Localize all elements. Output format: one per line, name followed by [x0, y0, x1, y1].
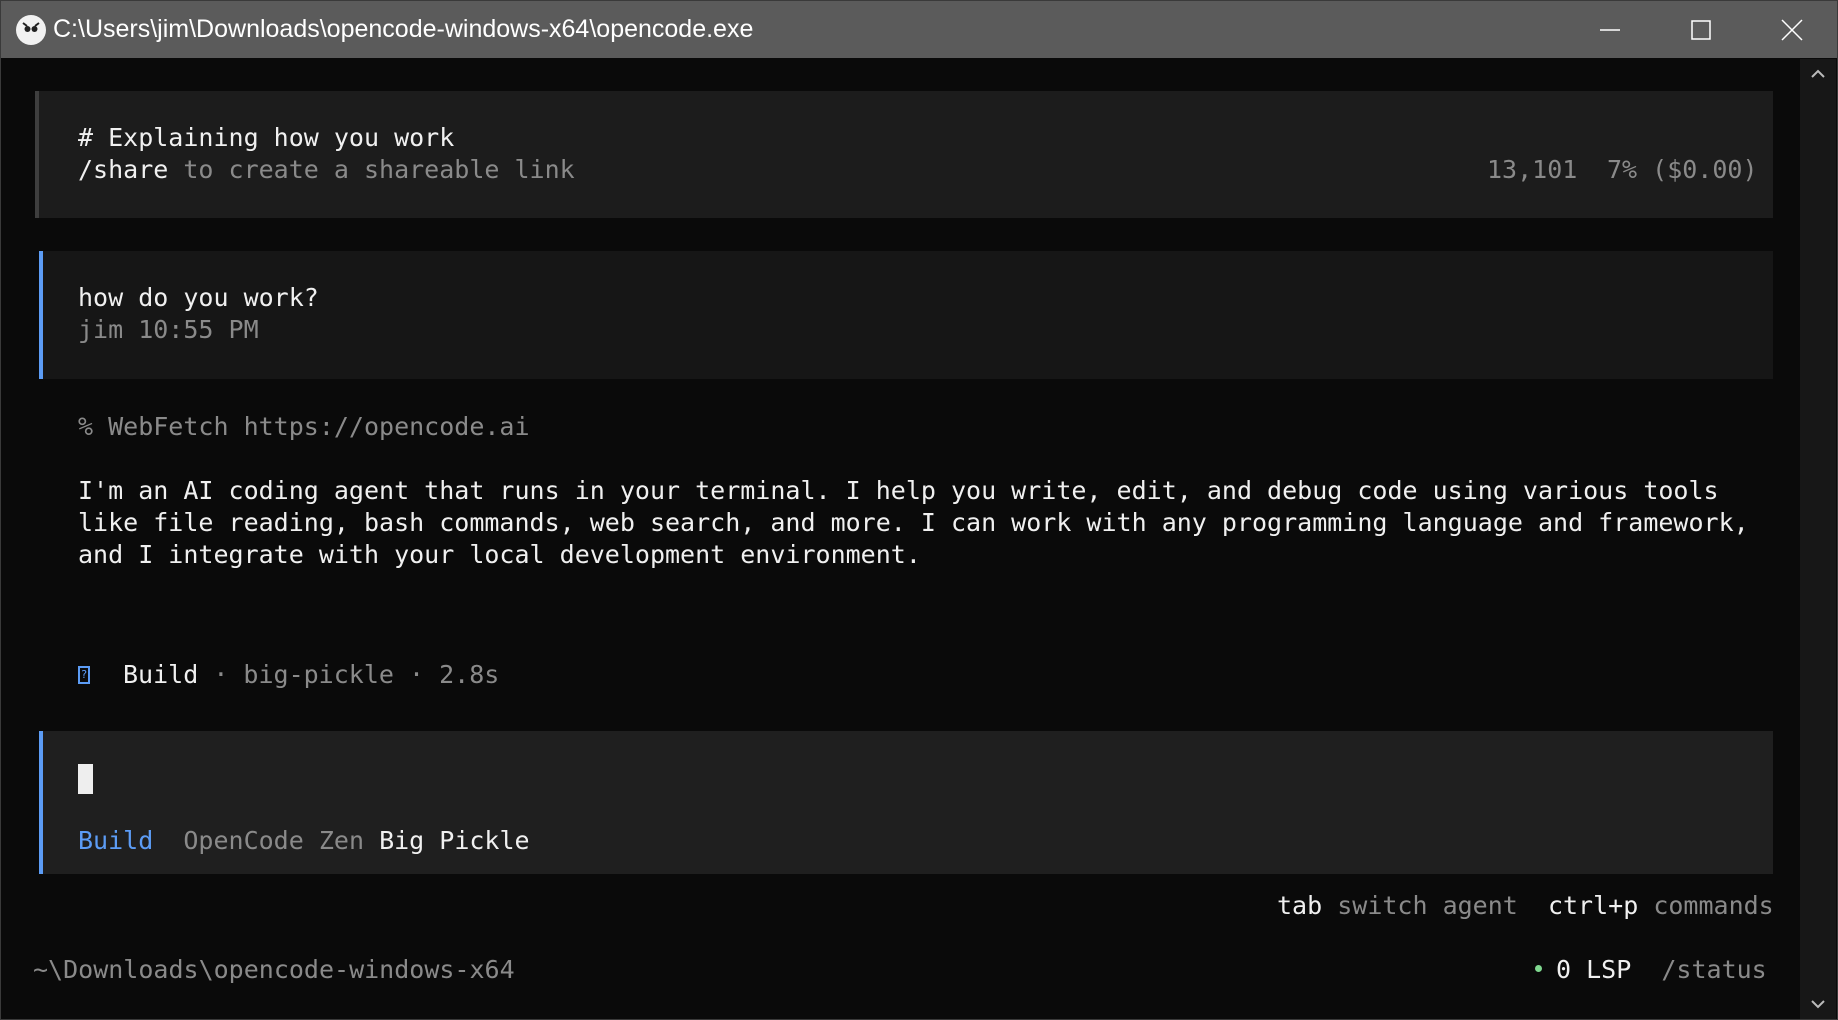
assistant-footer-agent: Build — [123, 660, 199, 689]
assistant-reply-line: and I integrate with your local developm… — [78, 540, 921, 569]
close-button[interactable] — [1746, 1, 1837, 58]
session-title: # Explaining how you work — [78, 123, 455, 152]
vertical-scrollbar[interactable] — [1800, 59, 1836, 1019]
title-bar[interactable]: C:\Users\jim\Downloads\opencode-windows-… — [1, 1, 1837, 58]
maximize-button[interactable] — [1655, 1, 1746, 58]
scroll-up-button[interactable] — [1800, 59, 1836, 89]
chevron-down-icon — [1811, 1000, 1825, 1009]
window-title: C:\Users\jim\Downloads\opencode-windows-… — [53, 15, 754, 43]
minimize-button[interactable] — [1564, 1, 1655, 58]
working-directory: ~\Downloads\opencode-windows-x64 — [33, 955, 515, 984]
hint-cmd-action: commands — [1653, 891, 1774, 920]
minimize-icon — [1599, 28, 1620, 31]
agent-mode-icon: ? — [78, 666, 90, 684]
opencode-app-icon — [16, 14, 46, 45]
prompt-agent[interactable]: Build — [78, 826, 153, 855]
share-hint: to create a shareable link — [168, 155, 575, 184]
lsp-status-dot — [1535, 964, 1542, 972]
status-right: 0 LSP /status — [1535, 954, 1767, 986]
prompt-status: Build OpenCode Zen Big Pickle — [78, 825, 530, 857]
status-command[interactable]: /status — [1661, 955, 1766, 984]
user-message — [39, 251, 1773, 379]
scroll-down-button[interactable] — [1800, 989, 1836, 1019]
share-line: /share to create a shareable link — [78, 154, 575, 186]
lsp-count: 0 LSP — [1556, 955, 1632, 984]
assistant-footer-meta: · big-pickle · 2.8s — [198, 660, 500, 689]
share-command[interactable]: /share — [78, 155, 168, 184]
terminal-content[interactable]: # Explaining how you work /share to crea… — [1, 59, 1801, 1019]
close-icon — [1780, 18, 1803, 41]
hint-tab-action: switch agent — [1337, 891, 1518, 920]
token-count: 13,101 — [1487, 155, 1578, 184]
context-usage: 7% ($0.00) — [1607, 155, 1758, 184]
hint-tab-key: tab — [1277, 891, 1323, 920]
user-message-text: how do you work? — [78, 283, 319, 312]
user-message-meta: jim 10:55 PM — [78, 315, 259, 344]
keyboard-hints: tab switch agent ctrl+p commands — [1277, 890, 1774, 922]
terminal-window: C:\Users\jim\Downloads\opencode-windows-… — [0, 0, 1838, 1020]
chevron-up-icon — [1811, 69, 1825, 78]
assistant-reply-line: I'm an AI coding agent that runs in your… — [78, 476, 1719, 505]
prompt-model[interactable]: Big Pickle — [379, 826, 530, 855]
assistant-footer: Build · big-pickle · 2.8s — [123, 659, 499, 691]
prompt-provider: OpenCode Zen — [183, 826, 364, 855]
maximize-icon — [1690, 19, 1711, 40]
tool-call-webfetch: % WebFetch https://opencode.ai — [78, 412, 530, 441]
hint-cmd-key: ctrl+p — [1547, 891, 1639, 920]
text-cursor — [78, 764, 93, 794]
assistant-reply-line: like file reading, bash commands, web se… — [78, 508, 1749, 537]
